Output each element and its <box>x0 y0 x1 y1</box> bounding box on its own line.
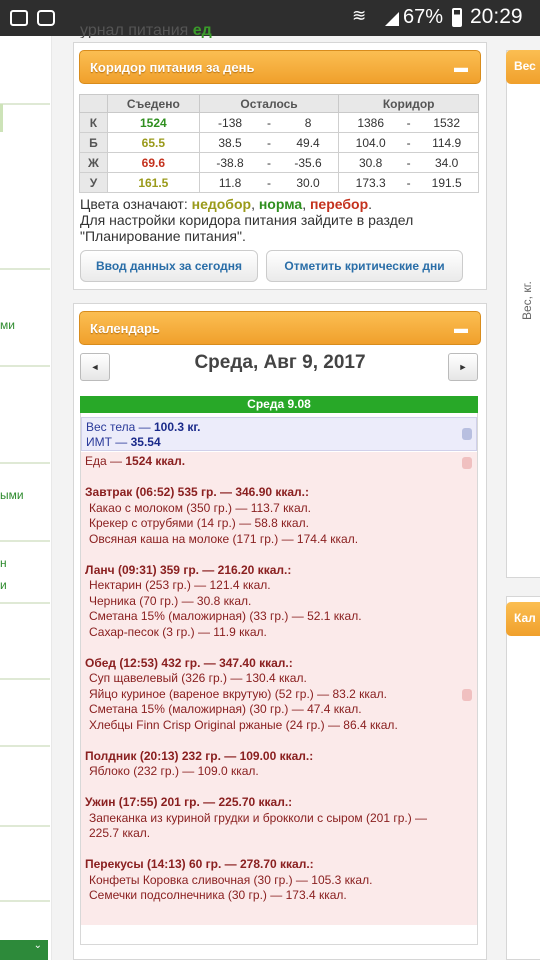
row-label: К <box>79 112 108 133</box>
meal-item: Суп щавелевый (326 гр.) — 130.4 ккал. <box>89 671 307 685</box>
meal-item: Семечки подсолнечника (30 гр.) — 173.4 к… <box>89 888 347 902</box>
weight-panel-header[interactable]: Вес <box>506 50 540 84</box>
meal-header: Обед (12:53) 432 гр. — 347.40 ккал.: <box>85 655 293 670</box>
meal-item: Яблоко (232 гр.) — 109.0 ккал. <box>89 764 259 778</box>
meal-item: Черника (70 гр.) — 30.8 ккал. <box>89 593 252 608</box>
left-sidebar-item[interactable]: ми <box>0 318 15 332</box>
corridor-table: Съедено Осталось Коридор К 1524 -138-8 1… <box>79 94 479 193</box>
table-row: Ж 69.6 -38.8- -35.6 30.8-34.0 <box>79 152 479 173</box>
left-sidebar-item[interactable]: ыми <box>0 488 24 502</box>
meal-item: Сметана 15% (маложирная) (33 гр.) — 52.1… <box>89 609 362 623</box>
column-header: Съедено <box>106 94 200 113</box>
corridor-range: 30.8-34.0 <box>338 152 479 173</box>
food-total: Еда — 1524 ккал. <box>85 454 186 468</box>
left-sidebar-divider <box>0 678 50 680</box>
calorie-panel <box>506 596 540 960</box>
meal-item: Сахар-песок (3 гр.) — 11.9 ккал. <box>89 624 267 639</box>
calendar-panel-header[interactable]: Календарь ▬ <box>79 311 481 345</box>
row-label: У <box>79 172 108 193</box>
weight-value: 100.3 кг. <box>154 420 201 434</box>
page-heading-truncated: урнал питания ед <box>80 22 212 38</box>
table-row: К 1524 -138-8 1386-1532 <box>79 112 479 133</box>
food-icon <box>462 457 472 469</box>
meal-header: Завтрак (06:52) 535 гр. — 346.90 ккал.: <box>85 485 310 499</box>
scale-icon <box>462 428 472 440</box>
column-header: Коридор <box>338 94 479 113</box>
bmi-value: 35.54 <box>130 435 161 449</box>
column-header: Осталось <box>198 94 340 113</box>
corridor-panel-header[interactable]: Коридор питания за день ▬ <box>79 50 481 84</box>
left-sidebar-highlight <box>0 104 3 132</box>
left-sidebar-divider <box>0 268 50 270</box>
minimize-icon[interactable]: ▬ <box>454 320 468 336</box>
enter-today-data-button[interactable]: Ввод данных за сегодня <box>80 250 258 282</box>
color-legend: Цвета означают: недобор, норма, перебор.… <box>80 196 480 244</box>
legend-under: недобор <box>191 196 252 212</box>
legend-line: Цвета означают: недобор, норма, перебор. <box>80 196 373 212</box>
legend-norm: норма <box>258 196 303 212</box>
meal-header: Ужин (17:55) 201 гр. — 225.70 ккал.: <box>85 795 293 809</box>
meal-header: Полдник (20:13) 232 гр. — 109.00 ккал.: <box>85 748 314 763</box>
mark-critical-days-button[interactable]: Отметить критические дни <box>266 250 463 282</box>
gallery-notification-icon <box>10 10 28 26</box>
weight-axis-label: Вес, кг. <box>520 281 534 320</box>
row-label: Ж <box>79 152 108 173</box>
row-label: Б <box>79 132 108 153</box>
table-row: Б 65.5 38.5-49.4 104.0-114.9 <box>79 132 479 153</box>
meal-item: Хлебцы Finn Crisp Original ржаные (24 гр… <box>89 717 398 732</box>
calorie-panel-header[interactable]: Кал <box>506 602 540 636</box>
corridor-panel-title: Коридор питания за день <box>90 60 255 75</box>
left-sidebar-divider <box>0 745 50 747</box>
left-sidebar-divider <box>0 825 50 827</box>
mail-notification-icon <box>37 10 55 26</box>
meal-item: Сметана 15% (маложирная) (30 гр.) — 47.4… <box>89 702 362 716</box>
eaten-value: 69.6 <box>106 152 200 173</box>
next-day-button[interactable]: ► <box>448 353 478 381</box>
meal-item: Крекер с отрубями (14 гр.) — 58.8 ккал. <box>89 516 309 530</box>
settings-note: Для настройки коридора питания зайдите в… <box>80 212 414 244</box>
corridor-range: 173.3-191.5 <box>338 172 479 193</box>
meal-item: Овсяная каша на молоке (171 гр.) — 174.4… <box>89 531 359 546</box>
left-sidebar-divider <box>0 103 50 105</box>
corner-cell <box>79 94 108 113</box>
left-sidebar-item[interactable]: и <box>0 578 7 592</box>
left-sidebar-divider <box>0 365 50 367</box>
calendar-panel-title: Календарь <box>90 321 160 336</box>
meal-item: 225.7 ккал. <box>89 826 151 840</box>
eaten-value: 65.5 <box>106 132 200 153</box>
table-row: У 161.5 11.8-30.0 173.3-191.5 <box>79 172 479 193</box>
remaining-range: -38.8- -35.6 <box>198 152 340 173</box>
meal-item: Нектарин (253 гр.) — 121.4 ккал. <box>89 578 271 592</box>
day-header: Среда 9.08 <box>80 396 478 413</box>
eaten-value: 161.5 <box>106 172 200 193</box>
left-sidebar-divider <box>0 602 50 604</box>
meal-item: Конфеты Коровка сливочная (30 гр.) — 105… <box>89 872 373 887</box>
previous-day-button[interactable]: ◄ <box>80 353 110 381</box>
minimize-icon[interactable]: ▬ <box>454 59 468 75</box>
left-sidebar-item[interactable]: н <box>0 556 7 570</box>
remaining-range: 38.5-49.4 <box>198 132 340 153</box>
meal-header: Ланч (09:31) 359 гр. — 216.20 ккал.: <box>85 562 292 577</box>
meal-item: Яйцо куриное (вареное вкрутую) (52 гр.) … <box>89 686 387 701</box>
food-log[interactable]: Еда — 1524 ккал. Завтрак (06:52) 535 гр.… <box>81 452 477 925</box>
remaining-range: 11.8-30.0 <box>198 172 340 193</box>
remaining-range: -138-8 <box>198 112 340 133</box>
corridor-range: 1386-1532 <box>338 112 479 133</box>
meal-item: Запеканка из куриной грудки и брокколи с… <box>89 810 428 825</box>
left-sidebar-divider <box>0 900 50 902</box>
left-sidebar-divider <box>0 540 50 542</box>
eaten-value: 1524 <box>106 112 200 133</box>
body-metrics-box[interactable]: Вес тела — 100.3 кг. ИМТ — 35.54 <box>81 417 477 451</box>
corridor-range: 104.0-114.9 <box>338 132 479 153</box>
meal-header: Перекусы (14:13) 60 гр. — 278.70 ккал.: <box>85 857 314 871</box>
meal-item: Какао с молоком (350 гр.) — 113.7 ккал. <box>89 500 311 515</box>
food-icon <box>462 689 472 701</box>
calendar-date: Среда, Авг 9, 2017 <box>194 352 366 373</box>
left-sidebar-footer[interactable]: ⌄ <box>0 940 48 960</box>
legend-over: перебор <box>309 196 369 212</box>
left-sidebar-divider <box>0 462 50 464</box>
